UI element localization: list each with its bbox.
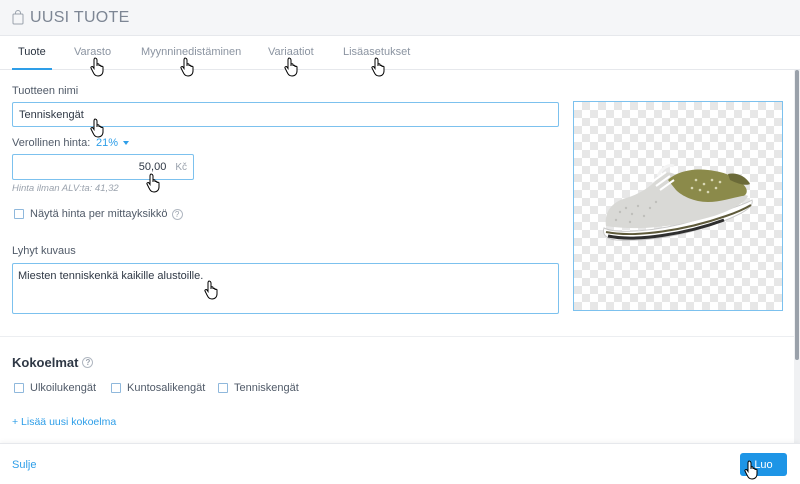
collection-label: Ulkoilukengät: [30, 382, 97, 394]
collection-checkbox-ulkoilukengat[interactable]: [14, 383, 24, 393]
collections-title-text: Kokoelmat: [12, 355, 79, 370]
product-form: Tuotteen nimi Tenniskengät Verollinen hi…: [0, 71, 794, 443]
description-label: Lyhyt kuvaus: [12, 245, 76, 257]
shopping-bag-icon: [12, 10, 24, 25]
tab-lisaasetukset[interactable]: Lisäasetukset: [343, 36, 410, 70]
collection-checkbox-kuntosalikengat[interactable]: [111, 383, 121, 393]
dialog-header: UUSI TUOTE: [0, 0, 800, 36]
short-description-textarea[interactable]: Miesten tenniskenkä kaikille alustoille.: [12, 263, 559, 314]
dialog-footer: Sulje Luo: [0, 443, 800, 484]
collection-label: Tenniskengät: [234, 382, 299, 394]
close-link[interactable]: Sulje: [12, 459, 36, 471]
price-without-vat-hint: Hinta ilman ALV:ta: 41,32: [12, 183, 119, 194]
dialog-title: UUSI TUOTE: [30, 8, 130, 26]
collection-item: Kuntosalikengät: [111, 382, 205, 394]
product-name-input[interactable]: Tenniskengät: [12, 102, 559, 127]
tab-varasto[interactable]: Varasto: [74, 36, 111, 70]
per-unit-price-label: Näytä hinta per mittayksikkö: [30, 208, 168, 220]
caret-down-icon: [123, 141, 130, 146]
collections-title: Kokoelmat ?: [12, 355, 94, 370]
price-label: Verollinen hinta:: [12, 137, 91, 149]
tab-bar: Tuote Varasto Myynninedistäminen Variaat…: [0, 36, 800, 70]
collection-label: Kuntosalikengät: [127, 382, 206, 394]
create-button[interactable]: Luo: [740, 453, 787, 476]
vat-rate-value: 21%: [96, 137, 119, 149]
collection-item: Tenniskengät: [218, 382, 299, 394]
help-icon[interactable]: ?: [82, 357, 94, 368]
scrollbar[interactable]: [794, 70, 800, 444]
add-collection-link[interactable]: + Lisää uusi kokoelma: [12, 416, 116, 428]
name-label: Tuotteen nimi: [12, 85, 79, 97]
per-unit-price-checkbox[interactable]: [14, 209, 24, 219]
collection-item: Ulkoilukengät: [14, 382, 96, 394]
price-input[interactable]: 50,00 Kč: [12, 154, 194, 180]
tab-myynninedistaminen[interactable]: Myynninedistäminen: [141, 36, 241, 70]
tab-tuote[interactable]: Tuote: [12, 36, 52, 70]
sneaker-image: [603, 164, 753, 241]
price-value: 50,00: [138, 161, 167, 173]
currency-label: Kč: [175, 161, 187, 173]
scrollbar-thumb[interactable]: [795, 70, 799, 360]
help-icon[interactable]: ?: [171, 208, 183, 220]
tab-variaatiot[interactable]: Variaatiot: [268, 36, 314, 70]
product-image-dropzone[interactable]: [573, 101, 783, 311]
collection-checkbox-tenniskengat[interactable]: [218, 383, 228, 393]
section-divider: [0, 336, 794, 337]
per-unit-price-row: Näytä hinta per mittayksikkö ?: [14, 208, 183, 220]
vat-rate-dropdown[interactable]: 21%: [96, 137, 130, 149]
